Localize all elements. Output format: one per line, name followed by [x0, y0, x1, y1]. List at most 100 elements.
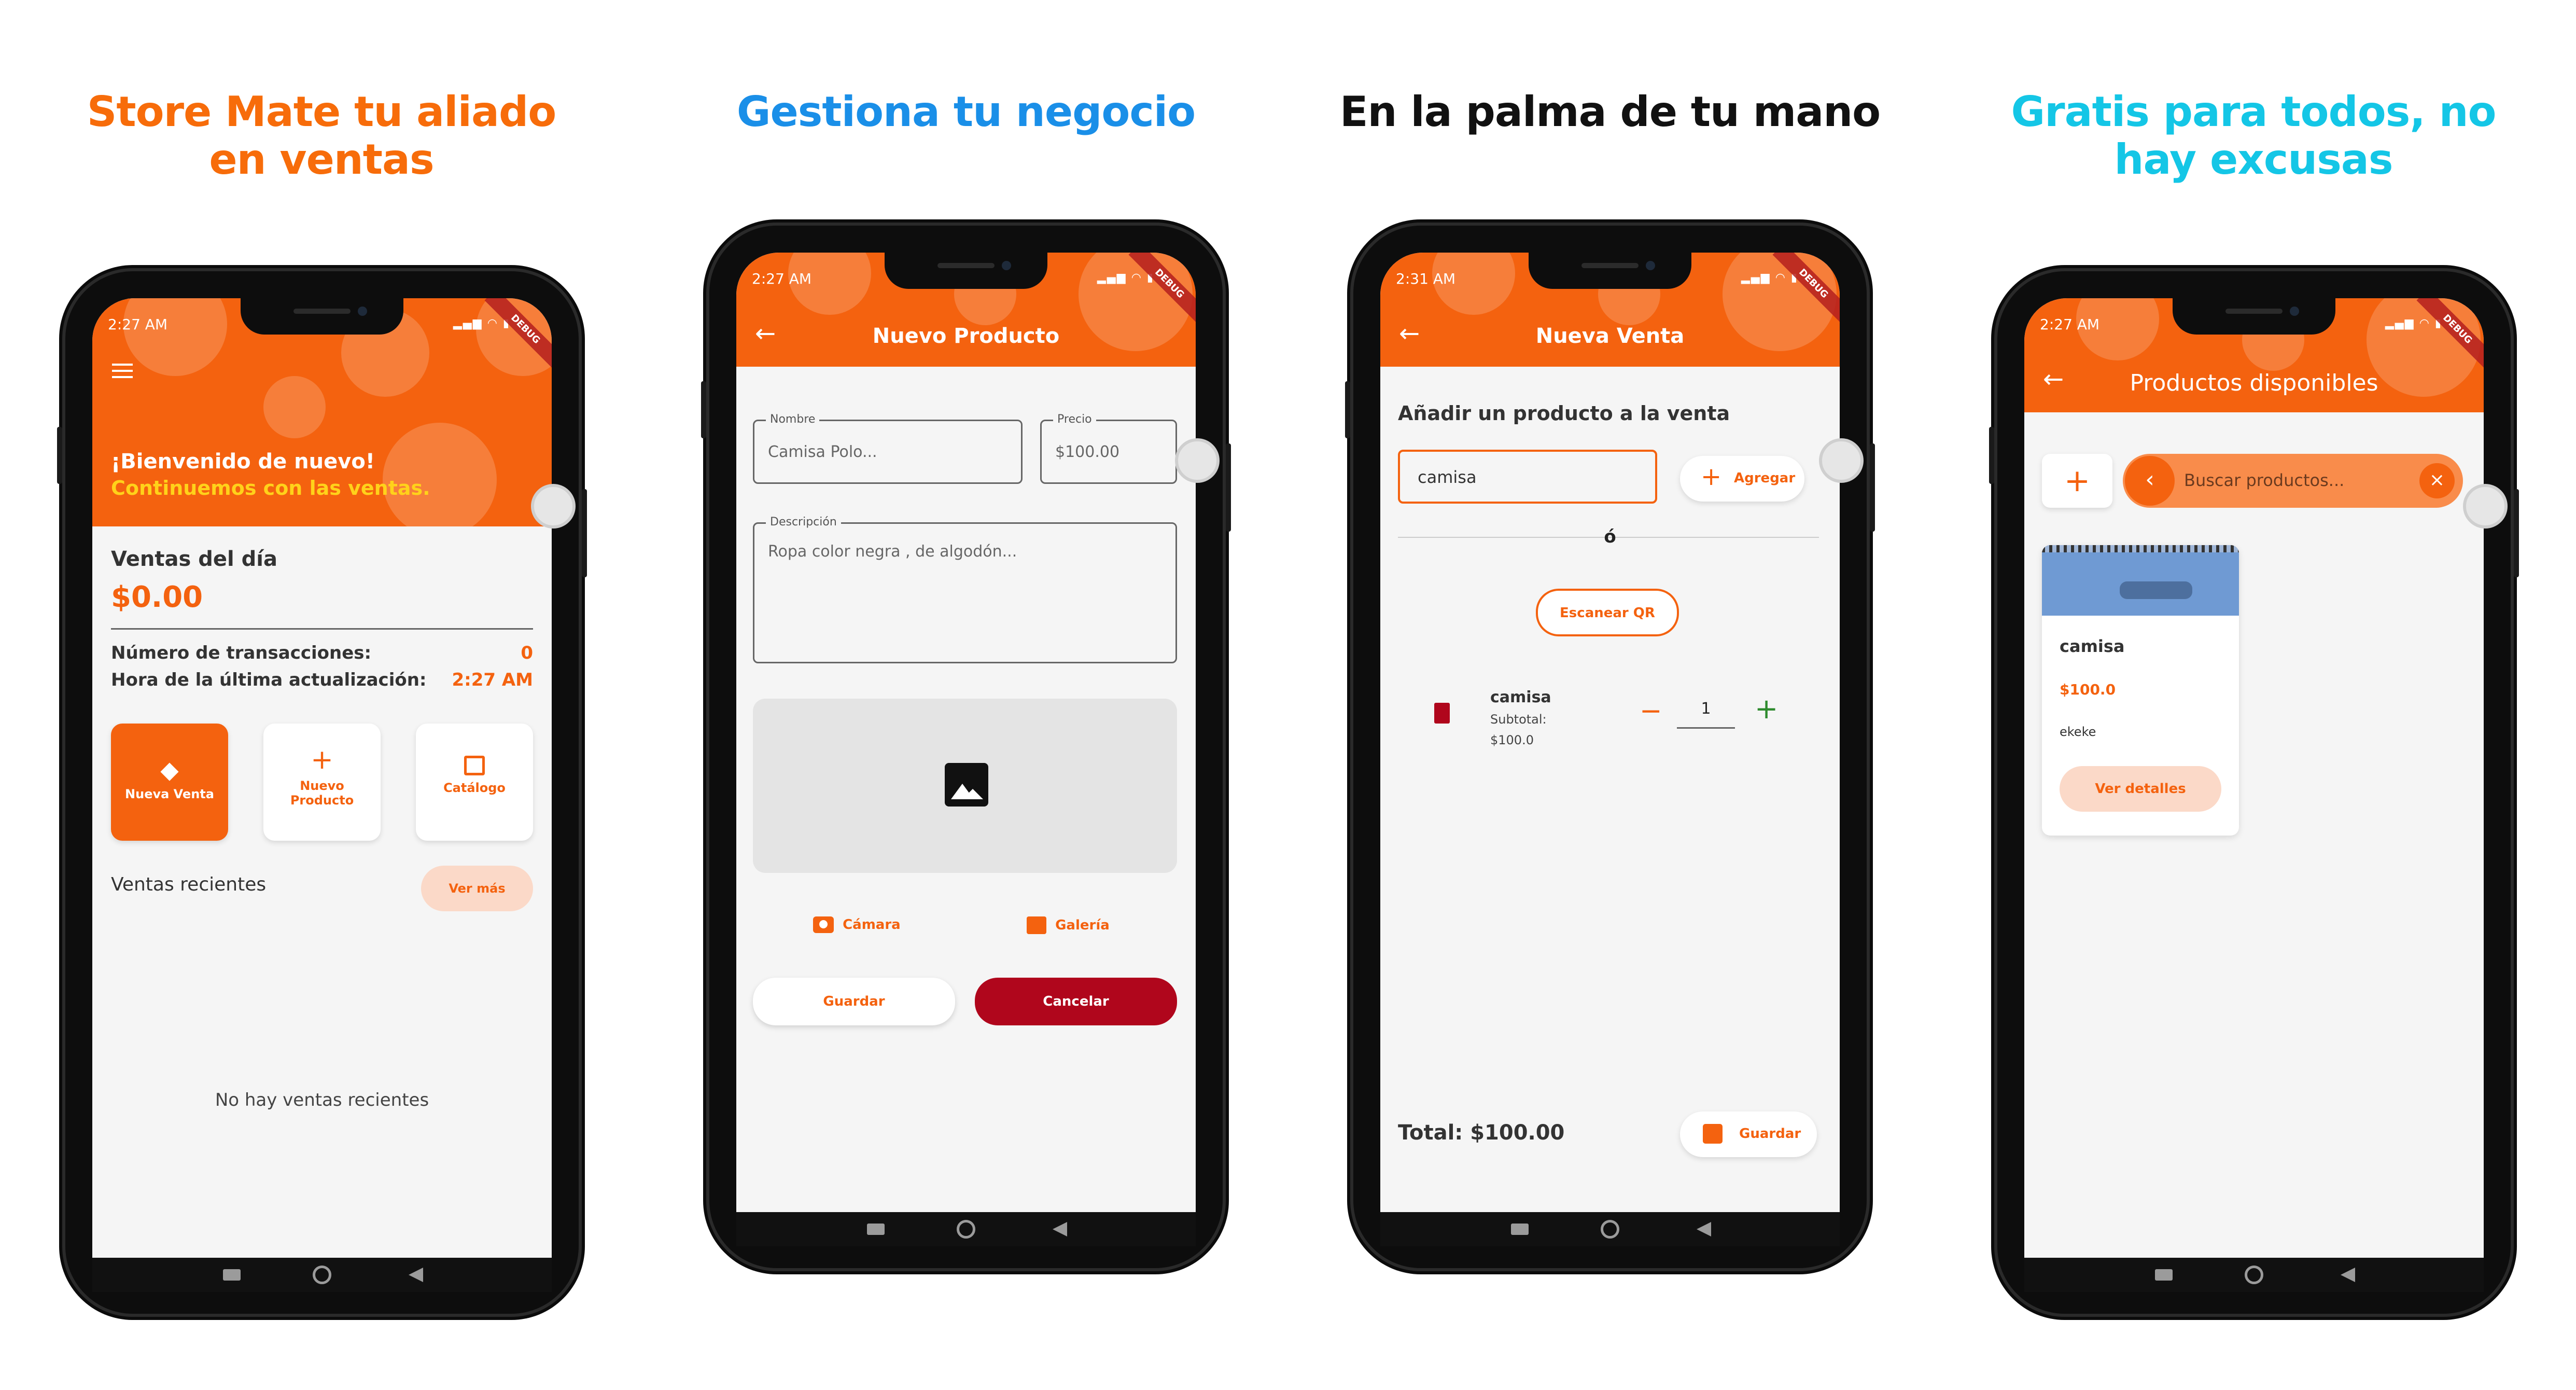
- home-icon[interactable]: [313, 1266, 331, 1284]
- scan-qr-button[interactable]: Escanear QR: [1536, 589, 1679, 636]
- save-button[interactable]: Guardar: [753, 978, 955, 1025]
- nav-bar: [1380, 1212, 1840, 1246]
- chevron-left-icon[interactable]: ‹: [2125, 456, 2175, 506]
- heading-home: Store Mate tu aliado en ventas: [87, 88, 556, 184]
- home-screen: 2:27 AM ▂▄▆ ◠ ▮ DEBUG ¡Bienvenido de nue…: [92, 298, 552, 1258]
- status-icons: ▂▄▆ ◠ ▮: [2385, 317, 2442, 330]
- product-price: $100.0: [2060, 681, 2116, 698]
- tag-icon: ◆: [160, 756, 179, 784]
- close-icon[interactable]: ×: [2419, 463, 2455, 498]
- recent-title: Ventas recientes: [111, 874, 267, 895]
- total-label: Total: $100.00: [1398, 1121, 1565, 1145]
- archive-icon: [464, 756, 485, 775]
- status-time: 2:31 AM: [1396, 270, 1456, 287]
- add-button[interactable]: + Agregar: [1680, 456, 1804, 502]
- phone-frame: 2:27 AM ▂▄▆ ◠ ▮ DEBUG ¡Bienvenido de nue…: [57, 271, 587, 1314]
- cancel-button[interactable]: Cancelar: [975, 978, 1177, 1025]
- status-icons: ▂▄▆ ◠ ▮: [1741, 271, 1798, 284]
- name-field[interactable]: Nombre Camisa Polo...: [753, 413, 1023, 484]
- updated-value: 2:27 AM: [452, 670, 533, 690]
- panel-products: Gratis para todos, no hay excusas 2:27 A…: [1932, 0, 2576, 1390]
- product-description: ekeke: [2060, 725, 2096, 739]
- camera-icon: [813, 916, 834, 933]
- back-icon[interactable]: [1697, 1222, 1711, 1236]
- page-title: Nueva Venta: [1535, 324, 1685, 348]
- save-icon: [1703, 1124, 1723, 1144]
- panel-new-product: Gestiona tu negocio 2:27 AM ▂▄▆ ◠ ▮ DEBU…: [644, 0, 1288, 1390]
- save-sale-button[interactable]: Guardar: [1680, 1111, 1817, 1157]
- floating-bubble[interactable]: [2463, 484, 2508, 529]
- divider: [111, 628, 533, 630]
- notch: [241, 298, 403, 335]
- sales-amount: $0.00: [111, 580, 203, 614]
- back-icon[interactable]: [409, 1268, 423, 1282]
- price-field[interactable]: Precio $100.00: [1040, 413, 1177, 484]
- nav-bar: [92, 1258, 552, 1292]
- product-name: camisa: [2060, 636, 2125, 656]
- plus-icon: +: [311, 744, 333, 775]
- tx-value: 0: [521, 643, 533, 663]
- empty-state: No hay ventas recientes: [215, 1090, 429, 1110]
- heading-new-product: Gestiona tu negocio: [736, 88, 1196, 136]
- new-sale-screen: 2:31 AM ▂▄▆ ◠ ▮ DEBUG ← Nueva Venta Añad…: [1380, 253, 1840, 1212]
- phone-frame: 2:27 AM ▂▄▆ ◠ ▮ DEBUG ← Productos dispon…: [1989, 271, 2519, 1314]
- back-icon[interactable]: [2341, 1268, 2355, 1282]
- catalog-button[interactable]: Catálogo: [416, 724, 533, 841]
- recents-icon[interactable]: [867, 1224, 885, 1235]
- welcome-text: ¡Bienvenido de nuevo!: [111, 450, 375, 474]
- product-search-input[interactable]: camisa: [1398, 450, 1657, 504]
- new-product-button[interactable]: + Nuevo Producto: [263, 724, 381, 841]
- heading-products: Gratis para todos, no hay excusas: [2011, 88, 2497, 184]
- product-image: [2042, 545, 2239, 616]
- sales-title: Ventas del día: [111, 547, 277, 571]
- nav-bar: [2024, 1258, 2484, 1292]
- home-icon[interactable]: [2245, 1266, 2263, 1284]
- gallery-button[interactable]: Galería: [1027, 916, 1110, 941]
- description-field[interactable]: Descripción Ropa color negra , de algodó…: [753, 516, 1177, 663]
- status-icons: ▂▄▆ ◠ ▮: [453, 317, 510, 330]
- menu-icon[interactable]: [112, 364, 133, 379]
- delete-icon[interactable]: [1434, 703, 1450, 724]
- add-product-button[interactable]: +: [2042, 454, 2112, 508]
- new-sale-button[interactable]: ◆ Nueva Venta: [111, 724, 228, 841]
- product-card[interactable]: camisa $100.0 ekeke Ver detalles: [2042, 545, 2239, 836]
- heading-new-sale: En la palma de tu mano: [1339, 88, 1881, 136]
- item-subtotal-label: Subtotal:: [1490, 712, 1547, 727]
- phone-frame: 2:27 AM ▂▄▆ ◠ ▮ DEBUG ← Nuevo Producto N…: [701, 226, 1231, 1268]
- home-icon[interactable]: [957, 1220, 975, 1239]
- status-time: 2:27 AM: [108, 316, 168, 333]
- status-time: 2:27 AM: [752, 270, 812, 287]
- recents-icon[interactable]: [1511, 1224, 1529, 1235]
- updated-label: Hora de la última actualización:: [111, 670, 427, 690]
- recents-icon[interactable]: [223, 1269, 241, 1281]
- item-name: camisa: [1490, 688, 1551, 706]
- add-product-title: Añadir un producto a la venta: [1398, 402, 1730, 425]
- status-time: 2:27 AM: [2040, 316, 2100, 333]
- search-bar[interactable]: ‹ Buscar productos... ×: [2123, 454, 2463, 508]
- gallery-icon: [1027, 916, 1046, 934]
- nav-bar: [736, 1212, 1196, 1246]
- image-placeholder[interactable]: [753, 699, 1177, 873]
- increase-qty-button[interactable]: +: [1755, 695, 1778, 723]
- back-icon[interactable]: [1053, 1222, 1067, 1236]
- view-details-button[interactable]: Ver detalles: [2060, 766, 2221, 812]
- floating-bubble[interactable]: [1819, 438, 1864, 483]
- camera-button[interactable]: Cámara: [813, 916, 901, 941]
- home-icon[interactable]: [1601, 1220, 1619, 1239]
- page-title: Nuevo Producto: [872, 324, 1060, 348]
- panel-new-sale: En la palma de tu mano 2:31 AM ▂▄▆ ◠ ▮ D…: [1288, 0, 1932, 1390]
- plus-icon: +: [2064, 463, 2091, 499]
- recents-icon[interactable]: [2155, 1269, 2173, 1281]
- quantity-field[interactable]: 1: [1677, 693, 1735, 729]
- floating-bubble[interactable]: [531, 484, 576, 529]
- power-button: [582, 489, 587, 577]
- decrease-qty-button[interactable]: −: [1640, 698, 1662, 725]
- new-product-screen: 2:27 AM ▂▄▆ ◠ ▮ DEBUG ← Nuevo Producto N…: [736, 253, 1196, 1212]
- item-subtotal-value: $100.0: [1490, 733, 1534, 747]
- status-icons: ▂▄▆ ◠ ▮: [1097, 271, 1154, 284]
- welcome-subtitle: Continuemos con las ventas.: [111, 477, 430, 499]
- floating-bubble[interactable]: [1175, 438, 1220, 483]
- see-more-button[interactable]: Ver más: [421, 866, 533, 911]
- volume-button: [57, 427, 62, 484]
- page-title: Productos disponibles: [2130, 370, 2378, 396]
